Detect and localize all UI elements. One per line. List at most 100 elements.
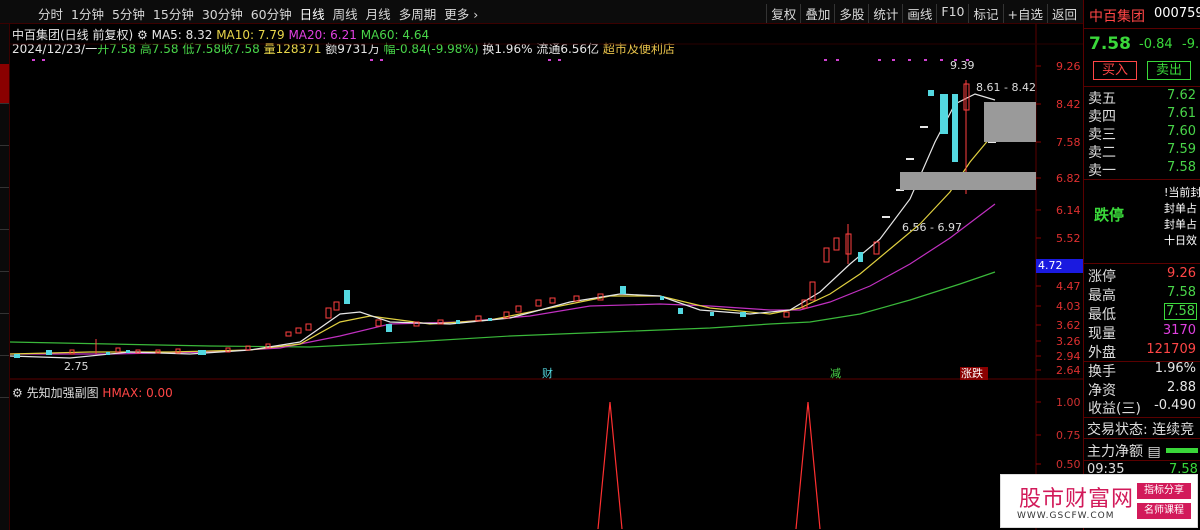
side-tab[interactable]	[0, 232, 9, 272]
seal-info: 封单占	[1164, 218, 1197, 231]
low-mark-label: 2.75	[64, 360, 89, 373]
ask-row: 卖四 7.61	[1088, 106, 1200, 125]
current-price-tag: 4.72	[1036, 259, 1083, 273]
stat-row: 涨停 9.26	[1088, 266, 1200, 285]
overlay-button[interactable]: 叠加	[800, 4, 834, 23]
price-axis-label: 2.64	[1056, 364, 1081, 377]
divider	[1084, 179, 1200, 180]
net-flow-label[interactable]: 主力净额 ▤	[1087, 441, 1161, 461]
tab-60min[interactable]: 60分钟	[247, 4, 296, 23]
seal-info: 十日效	[1164, 234, 1197, 247]
side-tab[interactable]	[0, 358, 9, 398]
stat-value: 7.58	[1164, 303, 1197, 320]
ask-price: 7.62	[1167, 88, 1196, 103]
ask-label: 卖五	[1088, 91, 1116, 107]
limit-down-label: 跌停	[1094, 206, 1125, 224]
divider	[1084, 86, 1200, 87]
price-axis-label: 2.94	[1056, 350, 1081, 363]
tab-monthly[interactable]: 月线	[362, 4, 395, 23]
ask-price: 7.60	[1167, 124, 1196, 139]
sell-button[interactable]: 卖出	[1147, 61, 1191, 80]
price-axis-label: 6.82	[1056, 172, 1081, 185]
ask-price: 7.58	[1167, 160, 1196, 175]
price-axis-label: 9.26	[1056, 60, 1081, 73]
tab-more[interactable]: 更多 ›	[440, 4, 482, 23]
stat-value: 9.26	[1167, 266, 1196, 281]
tab-multi-period[interactable]: 多周期	[395, 4, 441, 23]
price-axis-label: 8.42	[1056, 98, 1081, 111]
stat-row: 外盘 121709	[1088, 342, 1200, 361]
stat-row: 现量 3170	[1088, 323, 1200, 342]
ask-row: 卖二 7.59	[1088, 142, 1200, 161]
tab-daily[interactable]: 日线	[296, 4, 329, 23]
stat-label: 涨停	[1088, 269, 1116, 285]
stat-label: 收益(三)	[1088, 401, 1141, 417]
ask-price: 7.61	[1167, 106, 1196, 121]
divider	[1084, 460, 1200, 461]
stats-button[interactable]: 统计	[868, 4, 902, 23]
add-watchlist-button[interactable]: +自选	[1002, 4, 1047, 23]
price-axis-label: 7.58	[1056, 136, 1081, 149]
event-jian-label[interactable]: 减	[830, 367, 841, 380]
side-tab[interactable]	[0, 64, 9, 104]
price-axis-label: 3.62	[1056, 319, 1081, 332]
ask-label: 卖二	[1088, 145, 1116, 161]
fuquan-button[interactable]: 复权	[766, 4, 800, 23]
seal-info: 封单占	[1164, 202, 1197, 215]
stat-label: 净资	[1088, 383, 1116, 399]
stat-row: 最高 7.58	[1088, 285, 1200, 304]
quote-price: 7.58	[1089, 34, 1131, 54]
indicator-axis-label: 0.75	[1056, 429, 1081, 442]
stat-row: 最低 7.58	[1088, 303, 1200, 323]
tab-30min[interactable]: 30分钟	[198, 4, 247, 23]
seal-info: !当前封	[1164, 186, 1200, 199]
side-tab[interactable]	[0, 316, 9, 356]
indicator-name: 先知加强副图	[26, 386, 99, 400]
side-tab-strip	[0, 24, 10, 530]
period-tabs: 分时 1分钟 5分钟 15分钟 30分钟 60分钟 日线 周线 月线 多周期 更…	[34, 4, 482, 23]
side-tab[interactable]	[0, 190, 9, 230]
watermark-url: WWW.GSCFW.COM	[1017, 511, 1115, 521]
watermark-tag: 指标分享	[1137, 483, 1191, 499]
side-tab[interactable]	[0, 106, 9, 146]
price-axis-label: 4.03	[1056, 300, 1081, 313]
side-tab[interactable]	[0, 148, 9, 188]
high-mark-label: 9.39	[950, 59, 975, 72]
stat-row: 收益(三) -0.490	[1088, 398, 1200, 417]
ask-label: 卖四	[1088, 109, 1116, 125]
quote-pct: -9.98	[1182, 37, 1200, 52]
side-tab[interactable]	[0, 274, 9, 314]
back-button[interactable]: 返回	[1046, 4, 1081, 23]
quote-stock-name: 中百集团	[1089, 9, 1145, 25]
stat-value: 121709	[1146, 342, 1196, 357]
tab-15min[interactable]: 15分钟	[149, 4, 198, 23]
net-flow-bar	[1166, 448, 1198, 453]
mark-button[interactable]: 标记	[968, 4, 1002, 23]
event-cai-label[interactable]: 财	[542, 366, 553, 380]
buy-button[interactable]: 买入	[1093, 61, 1137, 80]
ask-row: 卖五 7.62	[1088, 88, 1200, 107]
price-axis-label: 5.52	[1056, 232, 1081, 245]
divider	[1084, 28, 1200, 29]
quote-change: -0.84	[1139, 37, 1173, 52]
draw-line-button[interactable]: 画线	[902, 4, 936, 23]
stat-value: 1.96%	[1154, 361, 1196, 376]
event-zhangdie-label[interactable]: 涨跌	[961, 366, 983, 380]
watermark-title: 股市财富网	[1019, 487, 1135, 512]
multi-stock-button[interactable]: 多股	[834, 4, 868, 23]
tab-weekly[interactable]: 周线	[329, 4, 362, 23]
watermark-banner: 股市财富网 WWW.GSCFW.COM 指标分享 名师课程	[1000, 474, 1198, 528]
tab-1min[interactable]: 1分钟	[67, 4, 108, 23]
lower-range-label: 6.56 - 6.97	[902, 221, 962, 234]
stat-label: 最低	[1088, 307, 1116, 323]
tab-5min[interactable]: 5分钟	[108, 4, 149, 23]
stat-value: 3170	[1162, 323, 1196, 338]
tab-fenshi[interactable]: 分时	[34, 4, 67, 23]
divider	[1084, 438, 1200, 439]
kline-chart[interactable]: 2.75 9.39 8.61 - 8.42 6.56 - 6.97 财 减 涨跌	[10, 24, 1083, 530]
f10-button[interactable]: F10	[936, 4, 968, 23]
price-axis-label: 3.26	[1056, 335, 1081, 348]
stat-row: 换手 1.96%	[1088, 361, 1200, 380]
indicator-settings-icon[interactable]: ⚙	[12, 386, 27, 400]
watermark-tag: 名师课程	[1137, 503, 1191, 519]
